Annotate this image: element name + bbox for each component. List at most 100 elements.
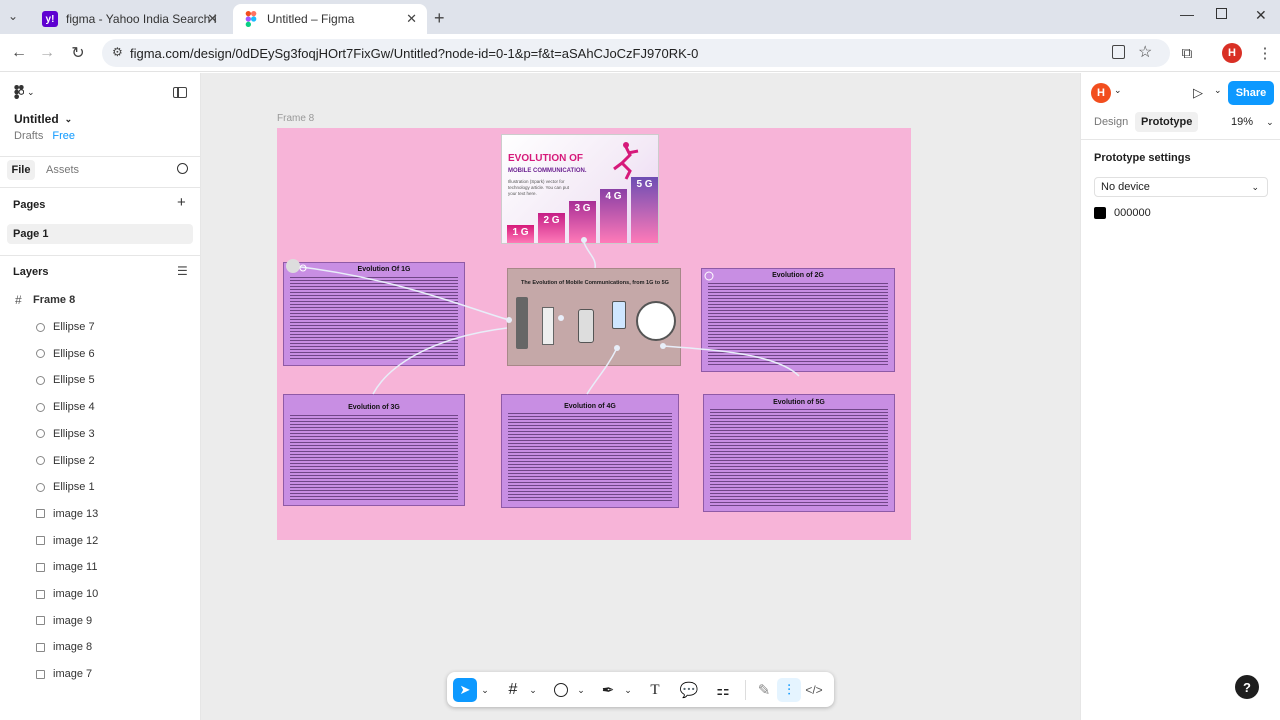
draw-mode-icon[interactable]: ✎ [752,678,776,702]
forward-icon[interactable]: → [36,42,58,64]
dev-mode-icon[interactable]: </> [802,678,826,702]
chevron-down-icon[interactable]: ⌄ [622,678,634,702]
close-tab-icon[interactable]: ✕ [207,11,218,27]
install-app-icon[interactable] [1112,45,1125,59]
text-tool-icon[interactable]: T [643,678,667,702]
layer-name: Ellipse 7 [53,321,95,333]
file-name[interactable]: Untitled ⌄ [14,112,72,126]
image-icon [34,615,46,627]
ellipse-tool-icon[interactable] [549,678,573,702]
tab-title: Untitled – Figma [267,12,355,26]
profile-avatar[interactable]: H [1222,43,1242,63]
tab-prototype[interactable]: Prototype [1135,112,1199,132]
extensions-icon[interactable]: ⧉ [1176,42,1198,64]
browser-tab-bar: ⌄ y! figma - Yahoo India Search Res ✕ Un… [0,0,1280,34]
layer-name: image 10 [53,588,99,600]
layer-item[interactable]: Ellipse 4 [0,394,200,420]
layer-name: Ellipse 3 [53,427,95,440]
layer-item[interactable]: Ellipse 3 [0,421,200,447]
plan-badge[interactable]: Free [52,130,75,142]
page-item[interactable]: Page 1 [7,224,193,244]
chevron-down-icon[interactable]: ⌄ [527,678,539,702]
zoom-level[interactable]: 19% ⌄ [1231,116,1274,128]
layer-item[interactable]: Ellipse 7 [0,314,200,340]
browser-menu-icon[interactable]: ⋮ [1254,42,1276,64]
address-bar[interactable]: ⚙ figma.com/design/0dDEySg3foqjHOrt7FixG… [102,39,1170,67]
canvas[interactable]: Frame 8 EVOLUTION OF MOBILE COMMUNICATIO… [201,73,1080,720]
image-icon [34,508,46,520]
layer-item[interactable]: image 7 [0,661,200,687]
device-select[interactable]: No device ⌄ [1094,177,1268,197]
add-page-icon[interactable]: + [177,194,186,211]
ellipse-icon [34,481,46,493]
tab-assets[interactable]: Assets [46,164,79,176]
minimize-window-icon[interactable]: — [1180,6,1194,22]
chevron-down-icon[interactable]: ⌄ [1114,85,1122,96]
layer-name: Ellipse 5 [53,374,95,387]
layer-item[interactable]: image 9 [0,608,200,634]
layer-item[interactable]: image 13 [0,501,200,527]
bookmark-star-icon[interactable]: ☆ [1138,42,1152,62]
browser-tab-figma[interactable]: Untitled – Figma ✕ [233,4,427,34]
color-swatch[interactable] [1094,207,1106,219]
user-avatar[interactable]: H [1091,83,1111,103]
chevron-down-icon: ⌄ [1266,117,1274,127]
image-icon [34,641,46,653]
layer-item[interactable]: Ellipse 2 [0,448,200,474]
drafts-label: Drafts [14,130,44,142]
file-location[interactable]: Drafts Free [14,130,75,142]
layer-name: Ellipse 2 [53,454,95,467]
ellipse-icon [34,374,46,386]
url-text: figma.com/design/0dDEySg3foqjHOrt7FixGw/… [130,45,699,61]
layer-item[interactable]: Ellipse 6 [0,341,200,367]
layer-item[interactable]: image 12 [0,528,200,554]
browser-tab-yahoo[interactable]: y! figma - Yahoo India Search Res ✕ [32,4,228,34]
toggle-sidebar-icon[interactable] [173,87,187,98]
background-color-field[interactable]: 000000 [1094,204,1151,222]
panel-divider [0,187,200,188]
layer-name: image 12 [53,534,99,547]
close-tab-icon[interactable]: ✕ [406,11,417,27]
layer-item[interactable]: image 11 [0,554,200,580]
chevron-down-icon[interactable]: ⌄ [1214,85,1222,96]
present-play-icon[interactable]: ▷ [1193,85,1203,101]
search-icon[interactable] [177,163,188,174]
tab-file[interactable]: File [7,160,35,180]
comment-tool-icon[interactable]: 💬 [677,678,701,702]
actions-icon[interactable]: ⚏ [711,678,735,702]
site-info-icon[interactable]: ⚙ [112,45,123,59]
layers-list-icon[interactable]: ☰ [177,264,188,278]
ellipse-icon [34,348,46,360]
move-tool-button[interactable]: ➤ [453,678,477,702]
layer-name: Ellipse 1 [53,481,95,494]
tab-design[interactable]: Design [1094,116,1128,128]
new-tab-button[interactable]: + [434,8,445,29]
yahoo-icon: y! [42,11,58,27]
back-icon[interactable]: ← [8,42,30,64]
left-panel: ⌄ Untitled ⌄ Drafts Free File Assets Pag… [0,73,201,720]
reload-icon[interactable]: ↻ [67,42,89,64]
share-button[interactable]: Share [1228,81,1274,105]
chevron-down-icon[interactable]: ⌄ [575,678,587,702]
figma-icon [243,11,259,27]
panel-divider [0,156,200,157]
frame-label[interactable]: Frame 8 [277,113,314,124]
close-window-icon[interactable]: ✕ [1255,7,1267,24]
design-mode-icon[interactable]: ⫶ [777,678,801,702]
help-button[interactable]: ? [1235,675,1259,699]
layer-item[interactable]: Ellipse 5 [0,367,200,393]
maximize-window-icon[interactable] [1216,8,1227,19]
color-hex[interactable]: 000000 [1114,207,1151,219]
layer-frame[interactable]: # Frame 8 [0,287,200,313]
pen-tool-icon[interactable]: ✒ [596,678,620,702]
layer-item[interactable]: Ellipse 1 [0,474,200,500]
chevron-down-icon: ⌄ [1251,181,1259,192]
tab-search-icon[interactable]: ⌄ [8,9,24,25]
frame-8[interactable]: EVOLUTION OF MOBILE COMMUNICATION. Illus… [277,128,911,540]
figma-menu-button[interactable]: ⌄ [14,85,35,99]
connector-lines [286,237,800,395]
layer-item[interactable]: image 10 [0,581,200,607]
frame-tool-icon[interactable]: # [501,678,525,702]
layer-item[interactable]: image 8 [0,634,200,660]
chevron-down-icon[interactable]: ⌄ [479,678,491,702]
